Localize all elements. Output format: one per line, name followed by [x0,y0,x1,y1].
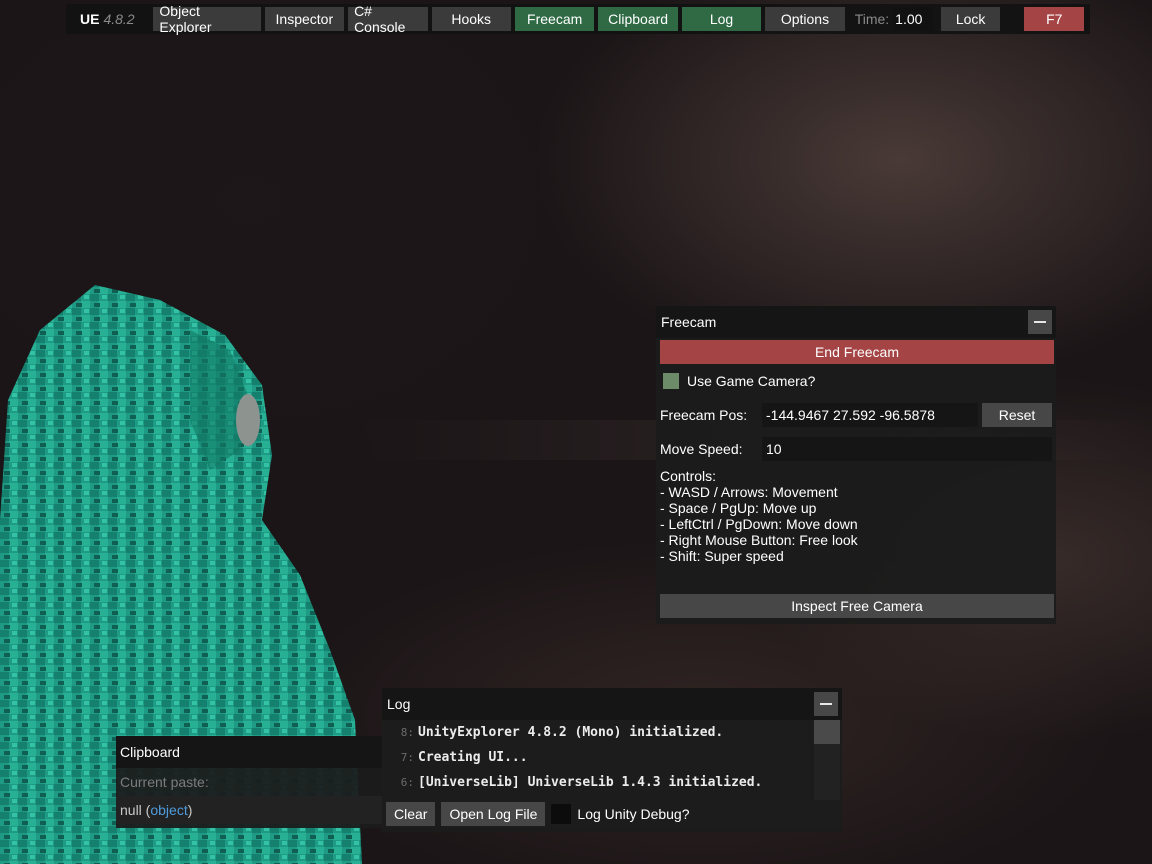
log-line-number: 7: [400,751,414,764]
hooks-button[interactable]: Hooks [431,7,511,31]
inspector-button[interactable]: Inspector [264,7,345,31]
brand: UE 4.8.2 [72,11,149,27]
use-game-camera-checkbox[interactable] [663,373,679,389]
end-freecam-button[interactable]: End Freecam [660,340,1054,364]
options-button[interactable]: Options [765,7,845,31]
log-line-number: 8: [400,726,414,739]
reset-button[interactable]: Reset [982,403,1052,427]
log-panel: Log 8: UnityExplorer 4.8.2 (Mono) initia… [382,688,842,832]
csharp-console-button[interactable]: C# Console [348,3,428,35]
log-list: 8: UnityExplorer 4.8.2 (Mono) initialize… [382,720,842,800]
move-speed-input[interactable]: 10 [762,437,1052,461]
lock-button[interactable]: Lock [940,7,1001,31]
controls-line: - WASD / Arrows: Movement [660,484,838,500]
object-explorer-button[interactable]: Object Explorer [153,3,261,35]
log-unity-debug-checkbox[interactable] [551,804,572,824]
freecam-titlebar[interactable]: Freecam [656,306,1056,338]
time-scale-label: Time: [854,11,890,27]
controls-help: Controls: - WASD / Arrows: Movement - Sp… [656,466,1056,588]
controls-line: - Space / PgUp: Move up [660,500,817,516]
clear-log-button[interactable]: Clear [386,802,436,826]
log-titlebar[interactable]: Log [382,688,842,720]
use-game-camera-label: Use Game Camera? [687,373,816,389]
log-line: 6: [UniverseLib] UniverseLib 1.4.3 initi… [382,770,842,795]
log-line-number: 6: [400,776,414,789]
controls-line: - LeftCtrl / PgDown: Move down [660,516,858,532]
open-log-file-button[interactable]: Open Log File [441,802,546,826]
paste-value-prefix: null ( [120,802,151,818]
current-paste-value[interactable]: null ( object ) [116,796,382,824]
current-paste-label: Current paste: [120,774,209,790]
log-unity-debug-label: Log Unity Debug? [577,806,690,822]
clipboard-button[interactable]: Clipboard [598,7,678,31]
freecam-button[interactable]: Freecam [514,7,595,31]
freecam-title: Freecam [661,314,717,330]
top-toolbar: UE 4.8.2 Object Explorer Inspector C# Co… [66,3,1090,35]
controls-line: - Right Mouse Button: Free look [660,532,858,548]
freecam-pos-row: Freecam Pos: -144.9467 27.592 -96.5878 R… [656,398,1056,432]
brand-name: UE [80,11,100,27]
time-scale-input[interactable]: 1.00 [893,7,933,31]
inspect-free-camera-button[interactable]: Inspect Free Camera [660,594,1054,618]
toggle-ui-button[interactable]: F7 [1024,7,1085,31]
log-footer: Clear Open Log File Log Unity Debug? [382,800,842,828]
log-line: 7: Creating UI... [382,745,842,770]
use-game-camera-row: Use Game Camera? [656,364,1056,398]
freecam-pos-input[interactable]: -144.9467 27.592 -96.5878 [762,403,978,427]
controls-line: - Shift: Super speed [660,548,784,564]
log-button[interactable]: Log [681,7,762,31]
freecam-minimize-icon[interactable] [1028,310,1052,334]
log-title: Log [387,696,411,712]
clipboard-title[interactable]: Clipboard [116,736,382,768]
paste-value-suffix: ) [187,802,193,818]
move-speed-label: Move Speed: [660,441,743,457]
log-line-text: [UniverseLib] UniverseLib 1.4.3 initiali… [418,775,763,790]
log-line-text: UnityExplorer 4.8.2 (Mono) initialized. [418,725,724,740]
log-minimize-icon[interactable] [814,692,838,716]
log-scrollbar[interactable] [814,720,840,800]
paste-value-type: object [150,802,188,818]
brand-version: 4.8.2 [103,11,135,27]
controls-line: Controls: [660,468,717,484]
freecam-panel: Freecam End Freecam Use Game Camera? Fre… [656,306,1056,624]
freecam-pos-label: Freecam Pos: [660,407,748,423]
log-line: 8: UnityExplorer 4.8.2 (Mono) initialize… [382,720,842,745]
move-speed-row: Move Speed: 10 [656,432,1056,466]
log-scroll-thumb[interactable] [814,720,840,744]
log-line-text: Creating UI... [418,750,528,765]
clipboard-panel: Clipboard Current paste: null ( object ) [116,736,382,828]
